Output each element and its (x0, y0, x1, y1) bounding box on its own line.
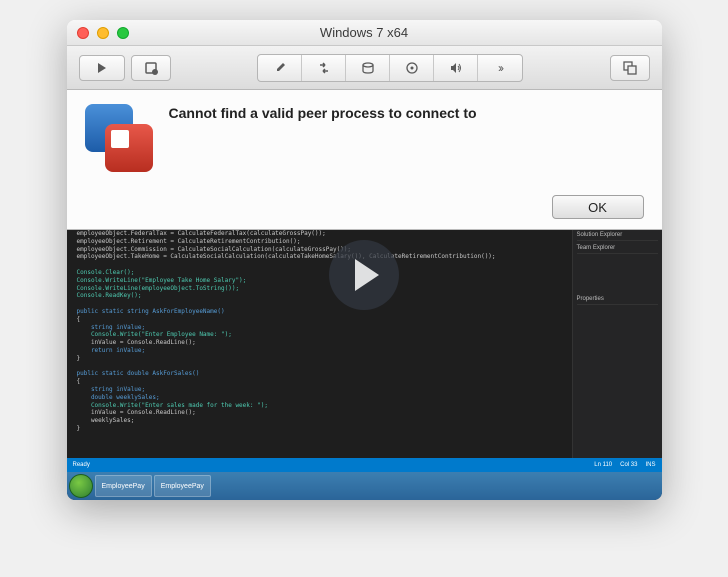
properties-panel[interactable]: Properties (577, 294, 658, 305)
vs-statusbar: Ready Ln 110 Col 33 INS (67, 458, 662, 472)
vm-window: Windows 7 x64 (67, 20, 662, 500)
error-dialog: Cannot find a valid peer process to conn… (67, 90, 662, 230)
titlebar: Windows 7 x64 (67, 20, 662, 46)
swap-icon[interactable] (302, 55, 346, 81)
disk-icon[interactable] (346, 55, 390, 81)
sound-icon[interactable] (434, 55, 478, 81)
window-title: Windows 7 x64 (129, 25, 600, 40)
vm-controls: ›› (257, 54, 523, 82)
ok-button[interactable]: OK (552, 195, 644, 219)
minimize-button[interactable] (97, 27, 109, 39)
more-icon[interactable]: ›› (478, 55, 522, 81)
fullscreen-button[interactable] (610, 55, 650, 81)
status-ready: Ready (73, 462, 90, 468)
taskbar-item[interactable]: EmployeePay (154, 475, 211, 497)
play-icon (355, 259, 379, 291)
windows-taskbar: EmployeePay EmployeePay (67, 472, 662, 500)
vmware-icon (85, 104, 153, 172)
play-overlay-icon[interactable] (329, 240, 399, 310)
solution-explorer-tab[interactable]: Solution Explorer (577, 230, 658, 241)
close-button[interactable] (77, 27, 89, 39)
traffic-lights (77, 27, 129, 39)
settings-icon[interactable] (258, 55, 302, 81)
team-explorer-tab[interactable]: Team Explorer (577, 243, 658, 254)
status-col: Col 33 (620, 462, 637, 468)
taskbar-item[interactable]: EmployeePay (95, 475, 152, 497)
play-button[interactable] (79, 55, 125, 81)
status-line: Ln 110 (594, 462, 612, 468)
start-button[interactable] (69, 474, 93, 498)
status-ins: INS (645, 462, 655, 468)
zoom-button[interactable] (117, 27, 129, 39)
snapshot-button[interactable] (131, 55, 171, 81)
toolbar: ›› (67, 46, 662, 90)
cdrom-icon[interactable] (390, 55, 434, 81)
